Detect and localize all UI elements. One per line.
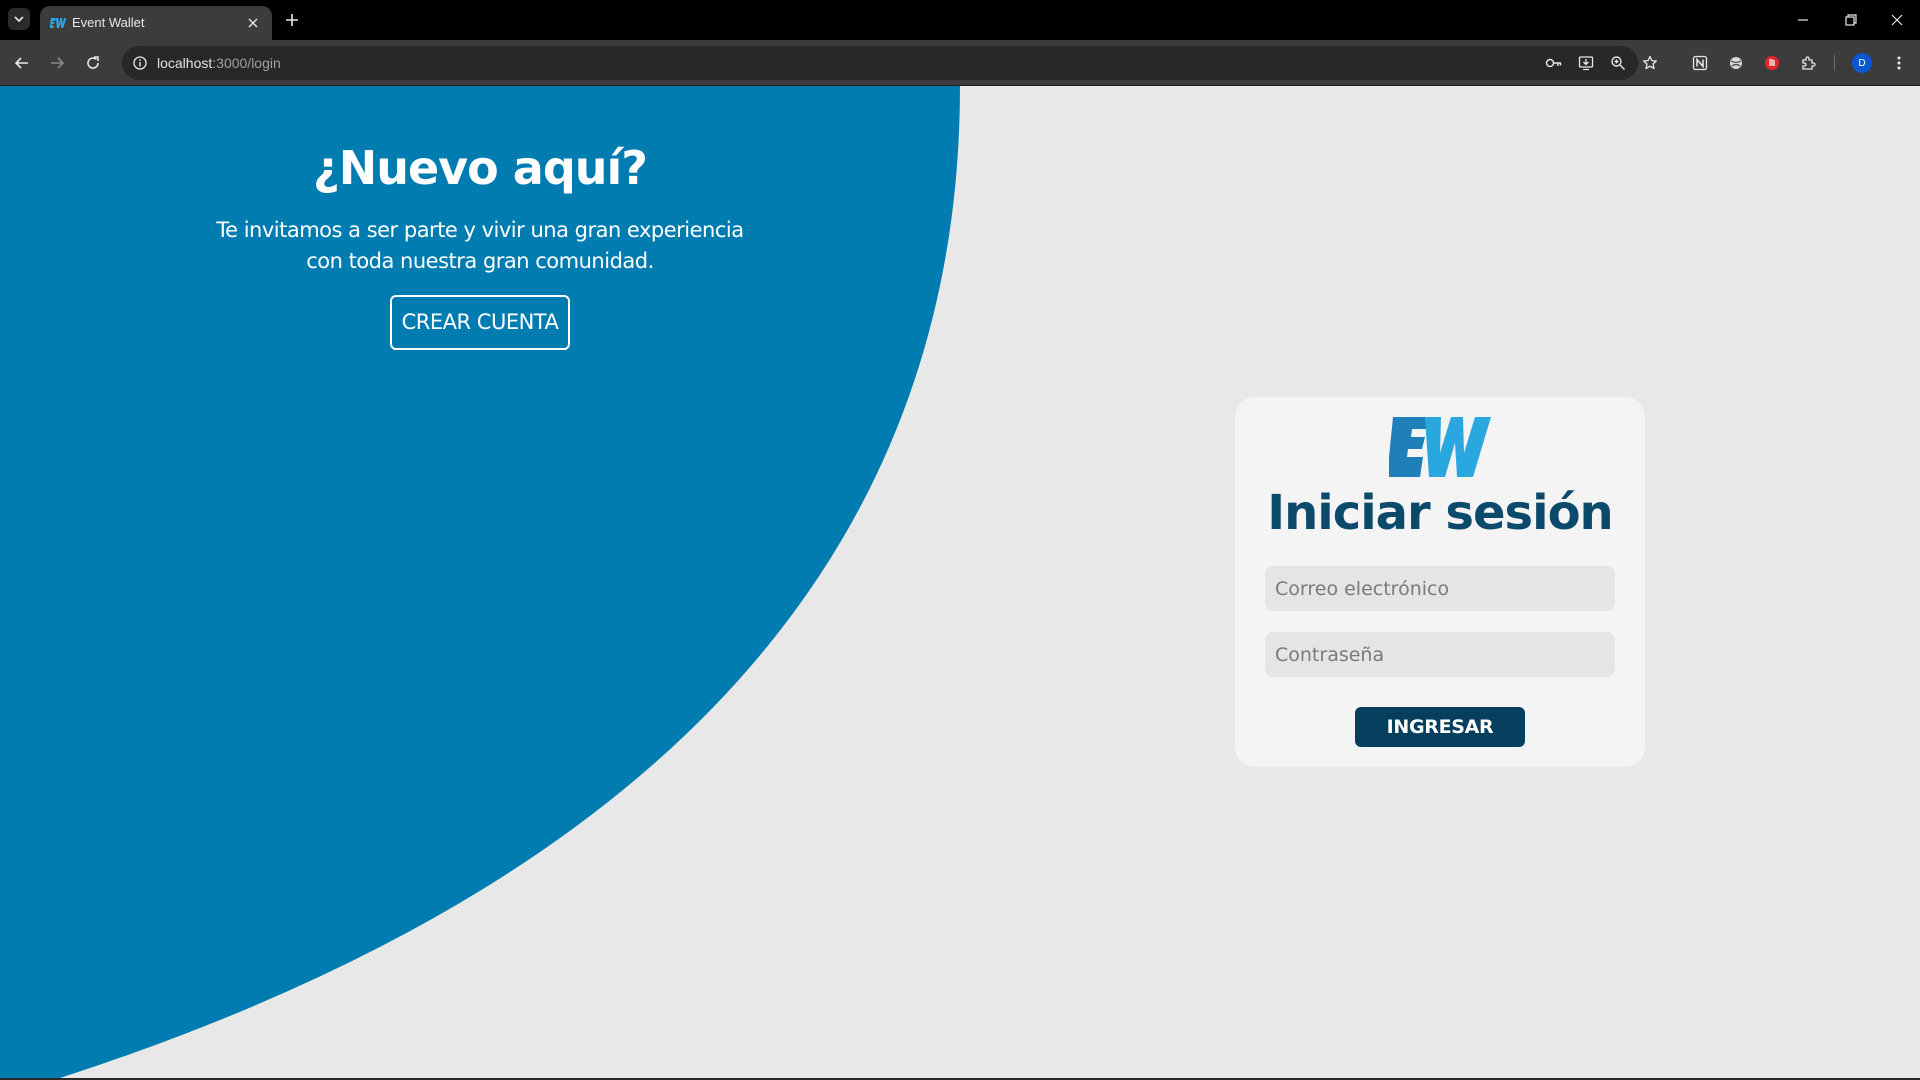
install-app-icon[interactable] (1574, 51, 1598, 75)
reload-icon[interactable] (81, 51, 105, 75)
profile-avatar[interactable]: D (1852, 53, 1872, 73)
zoom-icon[interactable] (1606, 51, 1630, 75)
login-card: Iniciar sesión INGRESAR (1235, 397, 1645, 767)
event-wallet-favicon-icon (49, 15, 67, 31)
tab-strip: Event Wallet (0, 0, 1920, 40)
extension-red-icon[interactable] (1760, 51, 1784, 75)
address-bar[interactable]: localhost:3000/login (122, 46, 1657, 80)
back-icon[interactable] (10, 51, 34, 75)
forward-icon[interactable] (45, 51, 69, 75)
login-page: ¿Nuevo aquí? Te invitamos a ser parte y … (0, 86, 1920, 1078)
window-close-icon[interactable] (1874, 0, 1920, 40)
promo-title: ¿Nuevo aquí? (313, 141, 648, 195)
create-account-button[interactable]: CREAR CUENTA (389, 295, 571, 350)
promo-text: Te invitamos a ser parte y vivir una gra… (216, 218, 744, 273)
close-icon[interactable] (244, 14, 262, 32)
toolbar-separator (1834, 55, 1835, 71)
url-path: :3000/login (212, 55, 281, 71)
restore-icon[interactable] (1828, 0, 1874, 40)
extensions-puzzle-icon[interactable] (1796, 51, 1820, 75)
browser-toolbar: localhost:3000/login D (0, 40, 1920, 86)
extension-globe-icon[interactable] (1724, 51, 1748, 75)
site-info-icon[interactable] (128, 51, 152, 75)
extension-n-icon[interactable] (1688, 51, 1712, 75)
minimize-icon[interactable] (1780, 0, 1826, 40)
signup-promo: ¿Nuevo aquí? Te invitamos a ser parte y … (200, 141, 760, 350)
login-title: Iniciar sesión (1267, 485, 1613, 541)
bookmark-star-icon[interactable] (1638, 51, 1662, 75)
url-text: localhost:3000/login (157, 55, 281, 71)
url-host: localhost (157, 55, 213, 71)
email-field[interactable] (1265, 566, 1615, 611)
tab-title: Event Wallet (72, 15, 145, 30)
tab-search-icon[interactable] (8, 8, 30, 30)
more-menu-icon[interactable] (1887, 51, 1911, 75)
login-submit-button[interactable]: INGRESAR (1355, 707, 1525, 747)
browser-tab[interactable]: Event Wallet (40, 6, 272, 40)
password-field[interactable] (1265, 632, 1615, 677)
password-key-icon[interactable] (1542, 51, 1566, 75)
new-tab-icon[interactable] (282, 10, 302, 30)
event-wallet-logo (1389, 417, 1491, 477)
